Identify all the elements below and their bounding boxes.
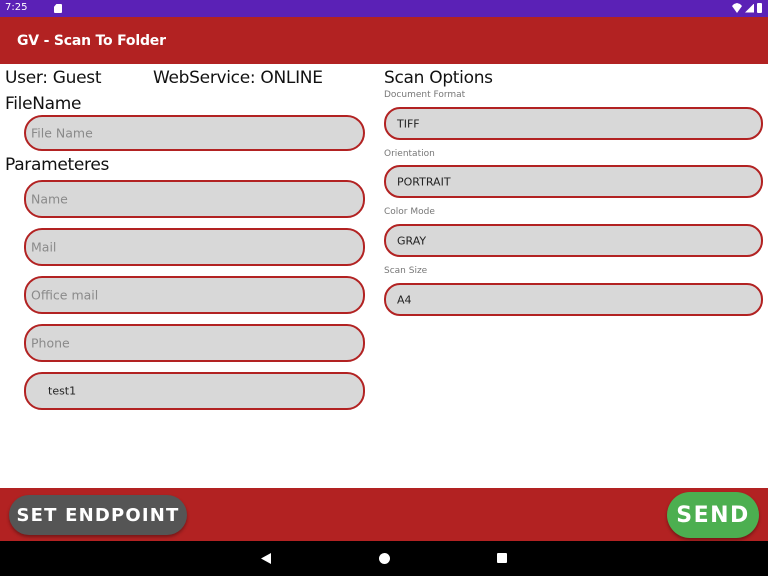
filename-label: FileName bbox=[5, 94, 82, 114]
office-mail-input[interactable]: Office mail bbox=[24, 276, 365, 314]
webservice-status: WebService: ONLINE bbox=[153, 68, 323, 88]
phone-input[interactable]: Phone bbox=[24, 324, 365, 362]
document-format-select[interactable]: TIFF bbox=[384, 107, 763, 140]
status-icons bbox=[732, 3, 762, 13]
battery-icon bbox=[757, 3, 762, 13]
document-format-value: TIFF bbox=[397, 117, 420, 130]
set-endpoint-button[interactable]: SET ENDPOINT bbox=[9, 495, 187, 535]
name-placeholder: Name bbox=[31, 191, 68, 207]
orientation-label: Orientation bbox=[384, 149, 435, 159]
orientation-select[interactable]: PORTRAIT bbox=[384, 165, 763, 198]
extra-parameter-value: test1 bbox=[48, 384, 77, 398]
app-title: GV - Scan To Folder bbox=[17, 33, 166, 49]
home-icon[interactable] bbox=[379, 553, 390, 564]
color-mode-select[interactable]: GRAY bbox=[384, 224, 763, 257]
status-time: 7:25 bbox=[5, 2, 28, 13]
color-mode-value: GRAY bbox=[397, 234, 427, 247]
phone-placeholder: Phone bbox=[31, 335, 70, 351]
status-bar: 7:25 bbox=[0, 0, 768, 17]
scan-size-value: A4 bbox=[397, 293, 412, 306]
name-input[interactable]: Name bbox=[24, 180, 365, 218]
send-button[interactable]: SEND bbox=[667, 492, 759, 538]
document-format-label: Document Format bbox=[384, 90, 466, 100]
scan-to-folder-screen: 7:25 GV - Scan To Folder User: Guest Web… bbox=[0, 0, 768, 576]
color-mode-label: Color Mode bbox=[384, 207, 435, 217]
parameters-label: Parameteres bbox=[5, 155, 110, 175]
user-label: User: Guest bbox=[5, 68, 102, 88]
orientation-value: PORTRAIT bbox=[397, 175, 451, 188]
office-mail-placeholder: Office mail bbox=[31, 287, 99, 303]
app-bar: GV - Scan To Folder bbox=[0, 17, 768, 64]
extra-parameter-input[interactable]: test1 bbox=[24, 372, 365, 410]
scan-size-label: Scan Size bbox=[384, 266, 428, 276]
scan-options-title: Scan Options bbox=[384, 68, 493, 88]
recents-icon[interactable] bbox=[497, 553, 507, 563]
mail-placeholder: Mail bbox=[31, 239, 57, 255]
filename-placeholder: File Name bbox=[31, 125, 93, 141]
wifi-icon bbox=[732, 3, 742, 13]
bottom-action-bar: SET ENDPOINT SEND bbox=[0, 488, 768, 541]
filename-input[interactable]: File Name bbox=[24, 115, 365, 151]
scan-size-select[interactable]: A4 bbox=[384, 283, 763, 316]
signal-icon bbox=[745, 3, 754, 13]
sd-card-icon bbox=[54, 4, 62, 13]
mail-input[interactable]: Mail bbox=[24, 228, 365, 266]
navigation-bar bbox=[0, 541, 768, 576]
back-icon[interactable] bbox=[261, 553, 271, 564]
